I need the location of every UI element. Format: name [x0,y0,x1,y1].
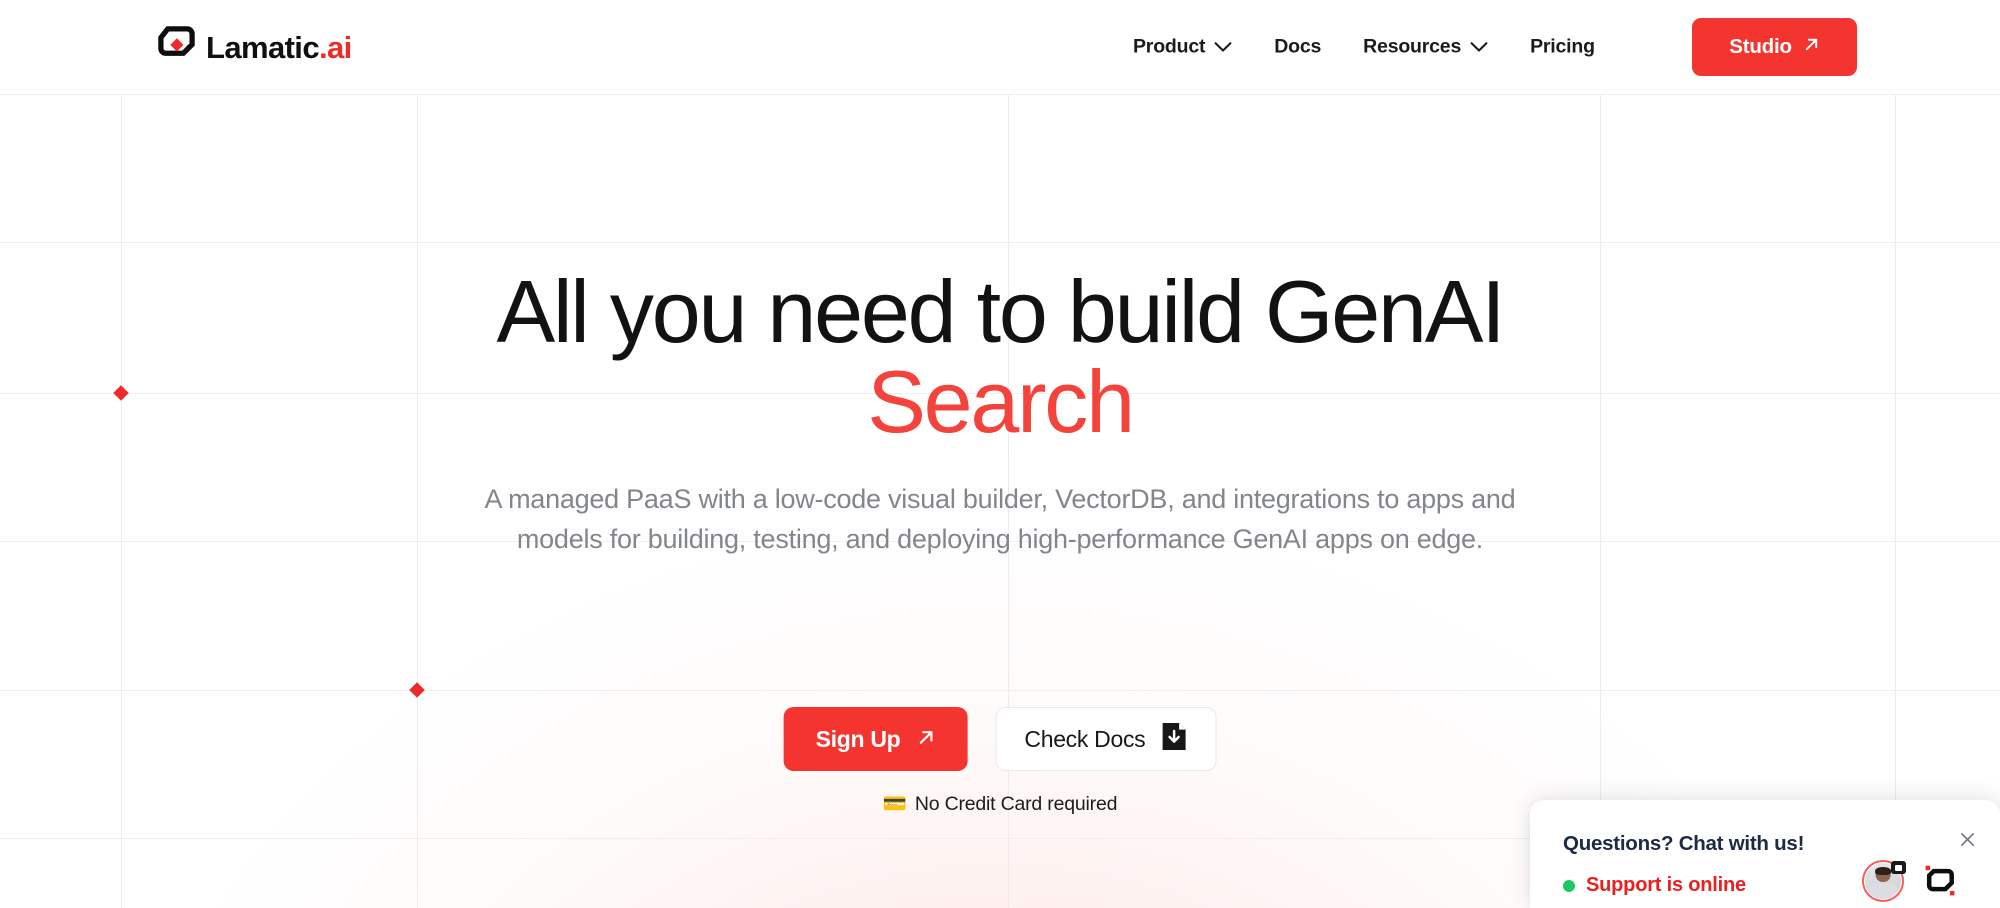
headline-accent: Search [867,351,1135,451]
chat-status-label: Support is online [1586,874,1746,896]
note-label: No Credit Card required [914,792,1118,815]
grid-line-horizontal [0,690,2000,691]
support-agent-avatar [1862,860,1906,902]
main-nav: Product Docs Resources Pricing [1112,36,1616,59]
brand-logo[interactable]: Lamatic.ai [157,25,352,69]
nav-item-pricing[interactable]: Pricing [1509,36,1616,59]
grid-line-horizontal [0,242,2000,243]
nav-label: Docs [1274,35,1322,58]
brand-wordmark: Lamatic.ai [206,29,352,65]
sign-up-button[interactable]: Sign Up [783,707,968,771]
site-header: Lamatic.ai Product Docs Resources Pricin… [0,0,2000,95]
chat-widget[interactable]: Questions? Chat with us! Support is onli… [1530,800,2000,908]
check-docs-button[interactable]: Check Docs [995,707,1217,771]
grid-line-vertical [417,95,418,908]
red-diamond-marker [409,682,425,698]
studio-label: Studio [1729,35,1792,58]
status-dot [1563,879,1575,892]
no-credit-card-note: 💳 No Credit Card required [883,792,1118,816]
grid-line-vertical [1600,95,1601,908]
red-diamond-marker [113,385,129,401]
credit-card-icon: 💳 [882,793,907,815]
arrow-up-right-icon [1803,35,1820,59]
nav-item-product[interactable]: Product [1112,36,1253,59]
sign-up-label: Sign Up [815,725,901,752]
page-title: All you need to build GenAI Search [350,267,1650,447]
headline-primary: All you need to build GenAI [496,262,1505,361]
close-icon[interactable] [1954,826,1980,852]
avatar-badge-icon [1891,861,1906,874]
lamatic-diamond-logo [157,25,196,69]
lamatic-logo-mark [1922,863,1958,899]
nav-label: Pricing [1530,35,1595,58]
chat-status: Support is online [1563,874,1746,897]
nav-label: Product [1133,35,1206,58]
chevron-down-icon [1214,36,1232,59]
chevron-down-icon [1470,36,1488,59]
grid-line-vertical [1895,95,1896,908]
chat-title: Questions? Chat with us! [1563,832,1805,855]
arrow-up-right-icon [916,726,935,753]
grid-line-vertical [121,95,122,908]
studio-button[interactable]: Studio [1692,18,1857,76]
document-download-icon [1160,722,1187,757]
hero-subtitle: A managed PaaS with a low-code visual bu… [484,484,1516,554]
nav-item-docs[interactable]: Docs [1253,36,1342,59]
cta-row: Sign Up Check Docs [783,707,1217,771]
check-docs-label: Check Docs [1024,725,1146,752]
nav-label: Resources [1363,35,1462,58]
nav-item-resources[interactable]: Resources [1342,36,1509,59]
